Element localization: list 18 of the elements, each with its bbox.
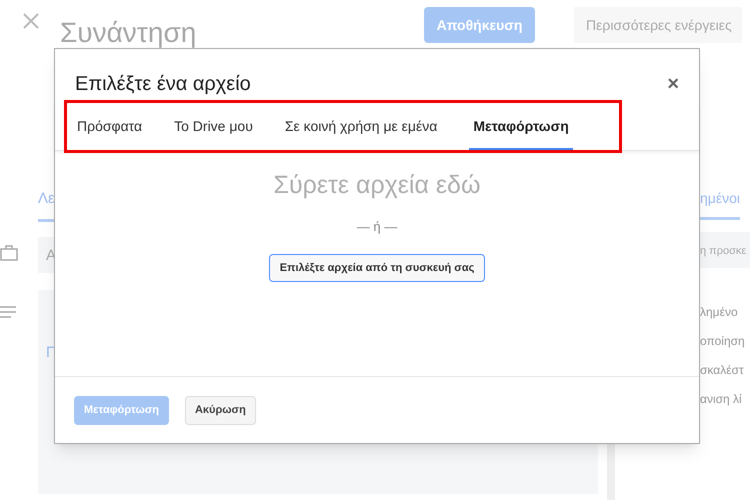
- or-text: — ή —: [356, 218, 398, 236]
- drop-zone-text: Σύρετε αρχεία εδώ: [274, 170, 480, 201]
- close-icon[interactable]: [22, 12, 40, 30]
- tab[interactable]: Το Drive μου: [174, 105, 253, 150]
- guest-option: ανιση λί: [700, 390, 742, 408]
- tab[interactable]: Πρόσφατα: [77, 105, 142, 150]
- tab[interactable]: Μεταφόρτωση: [469, 105, 573, 150]
- tab[interactable]: Σε κοινή χρήση με εμένα: [284, 105, 438, 150]
- choose-files-button[interactable]: Επιλέξτε αρχεία από τη συσκευή σας: [268, 254, 486, 282]
- briefcase-icon: [0, 245, 18, 261]
- description-icon: [0, 306, 16, 318]
- page-title: Συνάντηση: [60, 16, 196, 50]
- guest-option: λημένο: [700, 303, 738, 321]
- dialog-title: Επιλέξτε ένα αρχείο: [75, 72, 251, 97]
- guest-option: σκαλέστ: [700, 361, 744, 379]
- guest-option: οποίηση: [700, 332, 745, 350]
- close-button[interactable]: ×: [667, 69, 679, 99]
- cancel-button[interactable]: Ακύρωση: [184, 396, 256, 424]
